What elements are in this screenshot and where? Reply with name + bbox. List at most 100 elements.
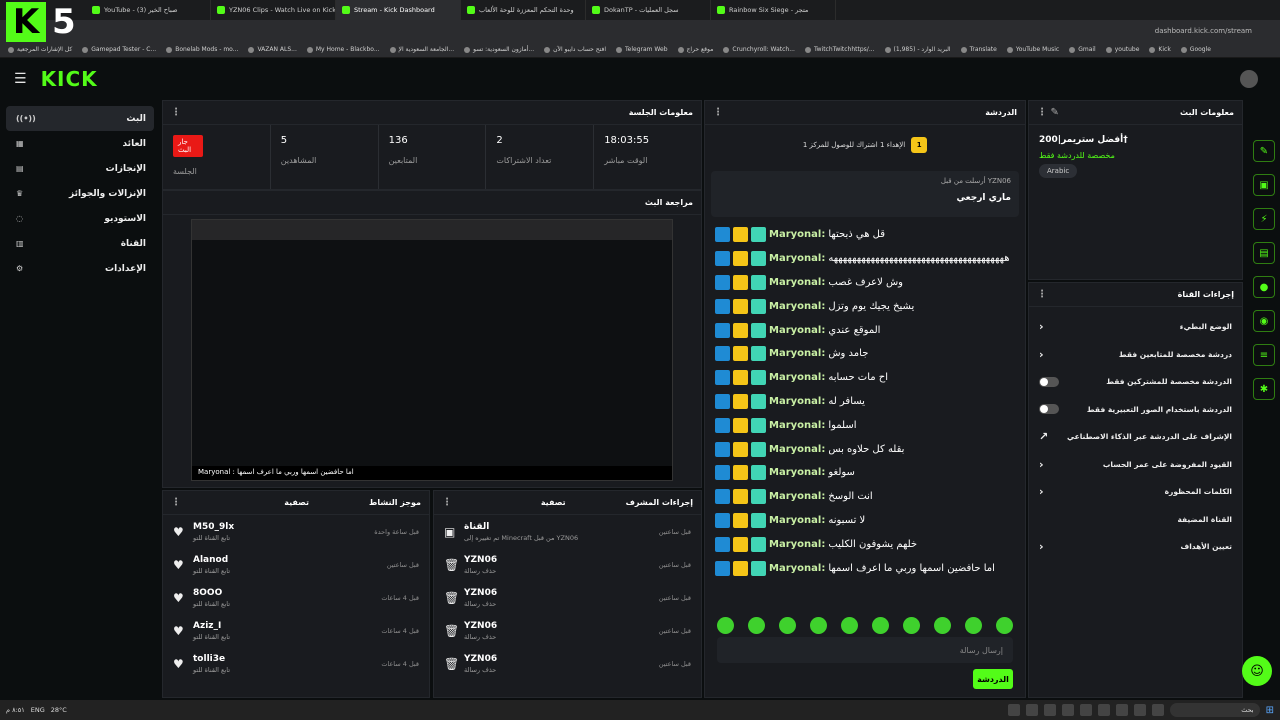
screen-icon[interactable]: ▣ [1253,174,1275,196]
more-icon[interactable]: ⋮ [1037,289,1047,300]
input-language[interactable]: ENG [31,706,45,714]
emote-icon[interactable] [872,617,889,634]
bookmark-item[interactable]: Crunchyroll: Watch... [723,46,795,53]
taskbar-app-icon[interactable] [1151,704,1164,716]
chat-message[interactable]: Maryonal: الموقع عندي [705,318,1025,342]
browser-tab[interactable]: Rainbow Six Siege - متجر [711,0,836,20]
address-bar[interactable]: ◀ ▶ ↻ dashboard.kick.com/stream [0,20,1280,42]
sidebar-item[interactable]: ▤ الإنجازات [6,156,154,181]
browser-tab[interactable]: YZN06 Clips - Watch Live on Kick [211,0,336,20]
chat-username[interactable]: Maryonal: [769,372,825,383]
sidebar-item[interactable]: ⚙ الإعدادات [6,256,154,281]
bookmark-item[interactable]: كل الإشارات المرجعية [8,46,72,53]
chat-message[interactable]: Maryonal: جامد وش [705,342,1025,366]
sidebar-item[interactable]: ▥ القناة [6,231,154,256]
chat-username[interactable]: Maryonal: [769,491,825,502]
bookmark-item[interactable]: Google [1180,46,1211,53]
mod-action-user[interactable]: YZN06 [464,588,651,598]
broadcast-icon[interactable]: ◉ [1253,310,1275,332]
sidebar-item[interactable]: ▦ العائد [6,131,154,156]
taskbar-app-icon[interactable] [1061,704,1074,716]
channel-action-row[interactable]: › الكلمات المحظورة [1029,478,1242,506]
browser-tab[interactable]: DokanTP - سجل العمليات [586,0,711,20]
more-icon[interactable]: ⋮ [171,497,181,508]
chat-username[interactable]: Maryonal: [769,396,825,407]
more-icon[interactable]: ⋮ [442,497,452,508]
chat-username[interactable]: Maryonal: [769,563,825,574]
emote-icon[interactable] [717,617,734,634]
activity-user[interactable]: Alanod [193,555,379,565]
document-icon[interactable]: ▤ [1253,242,1275,264]
gift-goal[interactable]: الإهداء 1 اشتراك للوصول للمركز 1 1 [705,125,1025,165]
bookmark-item[interactable]: موقع حراج [677,46,713,53]
chat-username[interactable]: Maryonal: [769,253,825,264]
bookmark-item[interactable]: VAZAN ALS... [248,46,297,53]
windows-start-icon[interactable]: ⊞ [1266,705,1274,716]
emote-icon[interactable] [810,617,827,634]
floating-chat-button[interactable]: ☺ [1242,656,1272,686]
bookmark-item[interactable]: youtube [1105,46,1139,53]
chat-username[interactable]: Maryonal: [769,539,825,550]
channel-action-row[interactable]: ↗ الإشراف على الدردشة عبر الذكاء الاصطناع… [1029,423,1242,451]
bookmark-item[interactable]: أمازون السعودية: تسو... [464,46,534,53]
emote-icon[interactable] [841,617,858,634]
mod-action-user[interactable]: YZN06 [464,621,651,631]
bookmark-item[interactable]: Gamepad Tester - C... [82,46,156,53]
bolt-icon[interactable]: ⚡ [1253,208,1275,230]
emote-icon[interactable] [748,617,765,634]
chat-username[interactable]: Maryonal: [769,420,825,431]
bookmark-item[interactable]: افتح حساب دايبو الآن [544,46,606,53]
chat-username[interactable]: Maryonal: [769,444,825,455]
chat-message[interactable]: Maryonal: انت الوسخ [705,485,1025,509]
chat-username[interactable]: Maryonal: [769,229,825,240]
more-icon[interactable]: ⋮ ✎ [1037,107,1059,118]
bookmark-item[interactable]: Telegram Web [616,46,668,53]
chat-message[interactable]: Maryonal: اسلموا [705,413,1025,437]
chat-username[interactable]: Maryonal: [769,467,825,478]
channel-action-row[interactable]: › تعيين الأهداف [1029,533,1242,561]
toggle-switch[interactable] [1039,404,1059,415]
mod-action-user[interactable]: YZN06 [464,555,651,565]
chat-message[interactable]: Maryonal: اح مات حسابه [705,366,1025,390]
bookmark-item[interactable]: TwitchTwitchhttps/... [804,46,875,53]
channel-action-row[interactable]: › القيود المفروضة على عمر الحساب [1029,451,1242,479]
chat-message[interactable]: Maryonal: وش لاعرف غصب [705,271,1025,295]
chat-message[interactable]: Maryonal: خلهم يشوفون الكليب [705,532,1025,556]
bookmark-item[interactable]: Kick [1149,46,1171,53]
pinned-message[interactable]: أرسلت من قبل YZN06 ماري ارجعي [711,171,1019,217]
chat-message[interactable]: Maryonal: اما حافضين اسمها وربي ما اعرف ا… [705,556,1025,580]
bookmark-item[interactable]: YouTube Music [1006,46,1059,53]
mod-action-user[interactable]: القناة [464,522,651,532]
toggle-switch[interactable] [1039,376,1059,387]
taskbar-app-icon[interactable] [1007,704,1020,716]
chat-bubble-icon[interactable]: ● [1253,276,1275,298]
taskbar-app-icon[interactable] [1043,704,1056,716]
menu-icon[interactable]: ☰ [14,71,27,87]
more-icon[interactable]: ⋮ [713,107,723,118]
bookmark-item[interactable]: Gmail [1069,46,1096,53]
activity-user[interactable]: tolli3e [193,654,373,664]
taskbar-app-icon[interactable] [1115,704,1128,716]
bookmark-item[interactable]: الجامعة السعودية الإ... [389,46,454,53]
wrench-icon[interactable]: ✱ [1253,378,1275,400]
emote-icon[interactable] [996,617,1013,634]
chat-input[interactable]: إرسال رسالة [717,637,1013,663]
chat-message[interactable]: Maryonal: قل هي ذبحتها [705,223,1025,247]
emote-icon[interactable] [965,617,982,634]
chat-username[interactable]: Maryonal: [769,277,825,288]
chat-message[interactable]: Maryonal: يشيخ يجيك يوم وتزل [705,294,1025,318]
browser-tab[interactable]: وحدة التحكم المعززة للوحة الألعاب [461,0,586,20]
list-icon[interactable]: ≡ [1253,344,1275,366]
taskbar-search[interactable]: بحث [1169,703,1260,717]
chat-message[interactable]: Maryonal: يسافر له [705,390,1025,414]
activity-user[interactable]: Aziz_I [193,621,373,631]
taskbar-app-icon[interactable] [1097,704,1110,716]
more-icon[interactable]: ⋮ [171,107,181,118]
chat-message[interactable]: Maryonal: ههههههههههههههههههههههههههههههه… [705,247,1025,271]
bookmark-item[interactable]: Bonelab Mods - mo... [166,46,238,53]
chat-message[interactable]: Maryonal: بقله كل حلاوه بس [705,437,1025,461]
channel-action-row[interactable]: › دردشة مخصصة للمتابعين فقط [1029,341,1242,369]
taskbar-app-icon[interactable] [1079,704,1092,716]
kick-logo[interactable]: KICK [41,67,98,91]
activity-user[interactable]: M50_9lx [193,522,366,532]
